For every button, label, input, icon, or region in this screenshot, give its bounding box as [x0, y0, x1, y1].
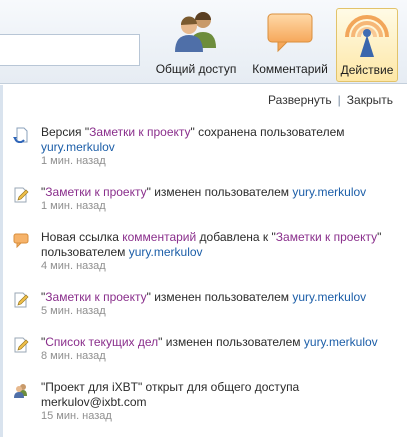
quote: " [377, 230, 382, 244]
timestamp: 1 мин. назад [41, 155, 106, 167]
close-link[interactable]: Закрыть [347, 93, 393, 107]
item-text: добавлена к [196, 230, 272, 244]
toolbar: Общий доступ Комментарий Действие [0, 0, 407, 84]
list-item: "Список текущих дел" изменен пользовател… [11, 335, 399, 363]
timestamp: 15 мин. назад [41, 410, 112, 422]
share-button[interactable]: Общий доступ [150, 6, 242, 82]
comment-label: Комментарий [252, 62, 328, 76]
list-item: Новая ссылка комментарий добавлена к "За… [11, 230, 399, 273]
share-users-icon [14, 384, 27, 398]
panel-actions: Развернуть | Закрыть [268, 93, 393, 107]
user-email: merkulov@ixbt.com [41, 395, 147, 409]
document-link[interactable]: Заметки к проекту [45, 185, 146, 199]
expand-link[interactable]: Развернуть [268, 93, 332, 107]
document-link[interactable]: Заметки к проекту [45, 290, 146, 304]
timestamp: 4 мин. назад [41, 260, 106, 272]
user-link[interactable]: yury.merkulov [41, 140, 115, 154]
timestamp: 1 мин. назад [41, 200, 106, 212]
edit-page-icon [14, 187, 29, 203]
share-label: Общий доступ [155, 62, 237, 76]
user-link[interactable]: yury.merkulov [129, 245, 203, 259]
item-text: Версия [41, 125, 85, 139]
user-link[interactable]: yury.merkulov [292, 185, 366, 199]
document-link[interactable]: Список текущих дел [45, 335, 158, 349]
item-text: изменен пользователем [150, 185, 293, 199]
activity-feed: Версия "Заметки к проекту" сохранена пол… [11, 125, 399, 437]
document-link[interactable]: Заметки к проекту [276, 230, 377, 244]
list-item: Версия "Заметки к проекту" сохранена пол… [11, 125, 399, 168]
separator: | [337, 93, 341, 107]
user-link[interactable]: yury.merkulov [304, 335, 378, 349]
page-refresh-icon [13, 127, 28, 143]
people-icon [175, 12, 216, 52]
search-input[interactable] [0, 34, 140, 66]
item-text: изменен пользователем [150, 290, 293, 304]
item-text: сохранена пользователем [194, 125, 345, 139]
timestamp: 8 мин. назад [41, 350, 106, 362]
list-item: "Заметки к проекту" изменен пользователе… [11, 185, 399, 213]
item-text: пользователем [41, 245, 129, 259]
item-text: Новая ссылка [41, 230, 123, 244]
action-label: Действие [340, 63, 394, 77]
broadcast-icon [345, 15, 389, 57]
document-link[interactable]: Заметки к проекту [89, 125, 190, 139]
timestamp: 5 мин. назад [41, 305, 106, 317]
action-button[interactable]: Действие [336, 8, 398, 82]
edit-page-icon [14, 337, 29, 353]
item-text: изменен пользователем [162, 335, 304, 349]
comment-button[interactable]: Комментарий [247, 6, 333, 82]
activity-panel: Развернуть | Закрыть Версия "Заметки к про… [0, 85, 407, 437]
comment-link[interactable]: комментарий [122, 230, 196, 244]
comment-icon [13, 233, 29, 248]
speech-bubble-icon [267, 13, 313, 53]
user-link[interactable]: yury.merkulov [292, 290, 366, 304]
list-item: "Заметки к проекту" изменен пользователе… [11, 290, 399, 318]
item-text: "Проект для iXBT" открыт для общего дост… [41, 380, 300, 394]
list-item: "Проект для iXBT" открыт для общего дост… [11, 380, 399, 423]
edit-page-icon [14, 292, 29, 308]
